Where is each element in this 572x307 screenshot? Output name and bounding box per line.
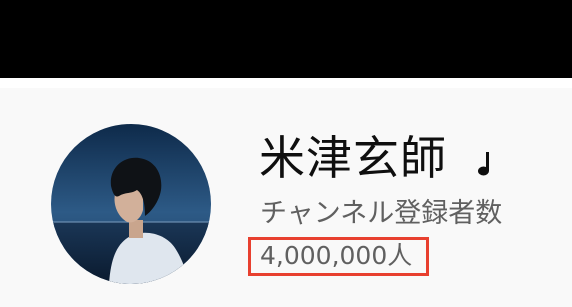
divider <box>0 78 572 88</box>
subscribers-label: チャンネル登録者数 <box>260 198 503 229</box>
music-note-icon <box>474 150 496 178</box>
top-black-bar <box>0 0 572 78</box>
channel-avatar[interactable] <box>51 124 211 284</box>
subscriber-count-highlight <box>248 237 429 276</box>
avatar-image <box>51 124 211 284</box>
channel-name[interactable]: 米津玄師 <box>259 126 447 190</box>
